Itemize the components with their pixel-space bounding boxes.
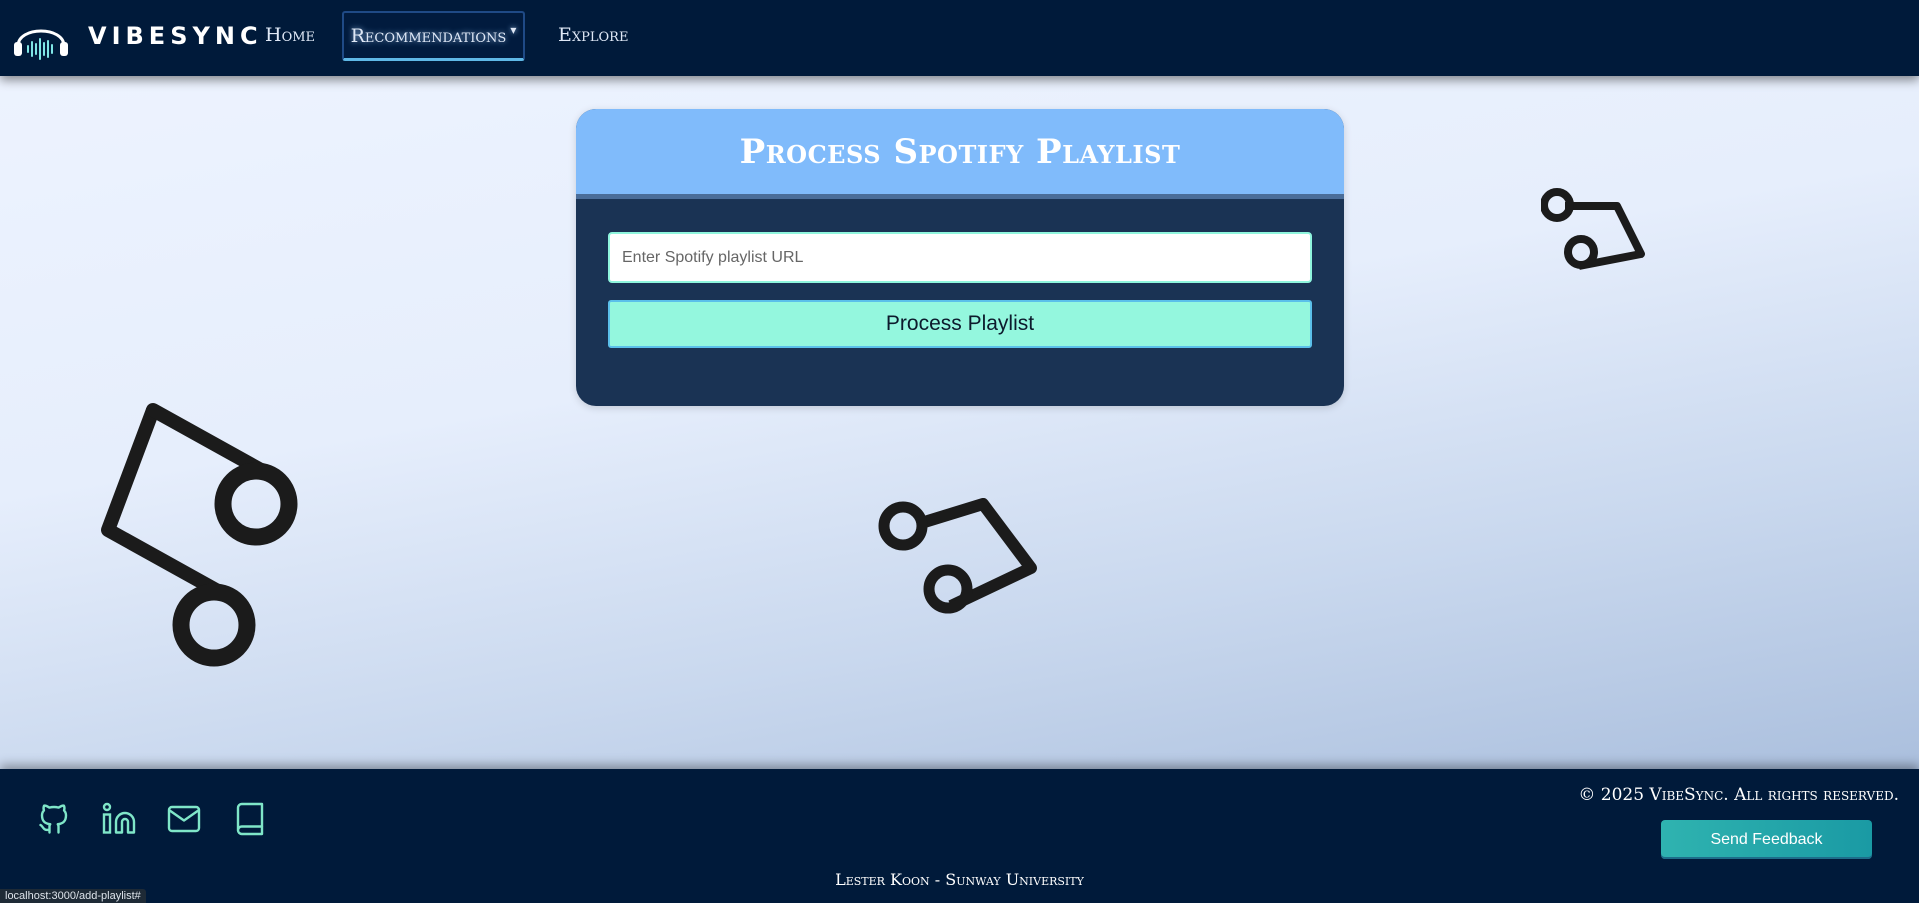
nav-recommendations-label: Recommendations bbox=[350, 24, 507, 47]
send-feedback-button[interactable]: Send Feedback bbox=[1661, 820, 1872, 859]
author-credit: Lester Koon - Sunway University bbox=[835, 870, 1084, 889]
nav-explore-link[interactable]: Explore bbox=[558, 24, 628, 46]
linkedin-icon[interactable] bbox=[101, 801, 137, 837]
music-note-center-icon bbox=[878, 498, 1037, 614]
card-header: Process Spotify Playlist bbox=[576, 109, 1344, 199]
brand-name[interactable]: VIBESYNC bbox=[88, 22, 263, 50]
process-playlist-button[interactable]: Process Playlist bbox=[608, 300, 1312, 348]
status-bar-url: localhost:3000/add-playlist# bbox=[0, 889, 146, 903]
music-note-large-icon bbox=[101, 403, 298, 667]
top-navbar: VIBESYNC Home Recommendations ▾ Explore bbox=[0, 0, 1919, 76]
page-title: Process Spotify Playlist bbox=[739, 131, 1181, 172]
chevron-down-icon: ▾ bbox=[510, 22, 517, 37]
copyright-text: © 2025 VibeSync. All rights reserved. bbox=[1578, 785, 1899, 805]
book-icon[interactable] bbox=[232, 801, 268, 837]
headphones-logo-icon[interactable] bbox=[12, 16, 70, 60]
music-note-small-icon bbox=[1541, 188, 1645, 270]
nav-home-link[interactable]: Home bbox=[265, 24, 315, 46]
nav-recommendations-dropdown[interactable]: Recommendations ▾ bbox=[342, 11, 525, 61]
github-icon[interactable] bbox=[36, 801, 72, 837]
playlist-url-input[interactable] bbox=[608, 232, 1312, 283]
footer: © 2025 VibeSync. All rights reserved. Se… bbox=[0, 769, 1919, 903]
process-playlist-card: Process Spotify Playlist Process Playlis… bbox=[576, 109, 1344, 406]
mail-icon[interactable] bbox=[166, 801, 202, 837]
